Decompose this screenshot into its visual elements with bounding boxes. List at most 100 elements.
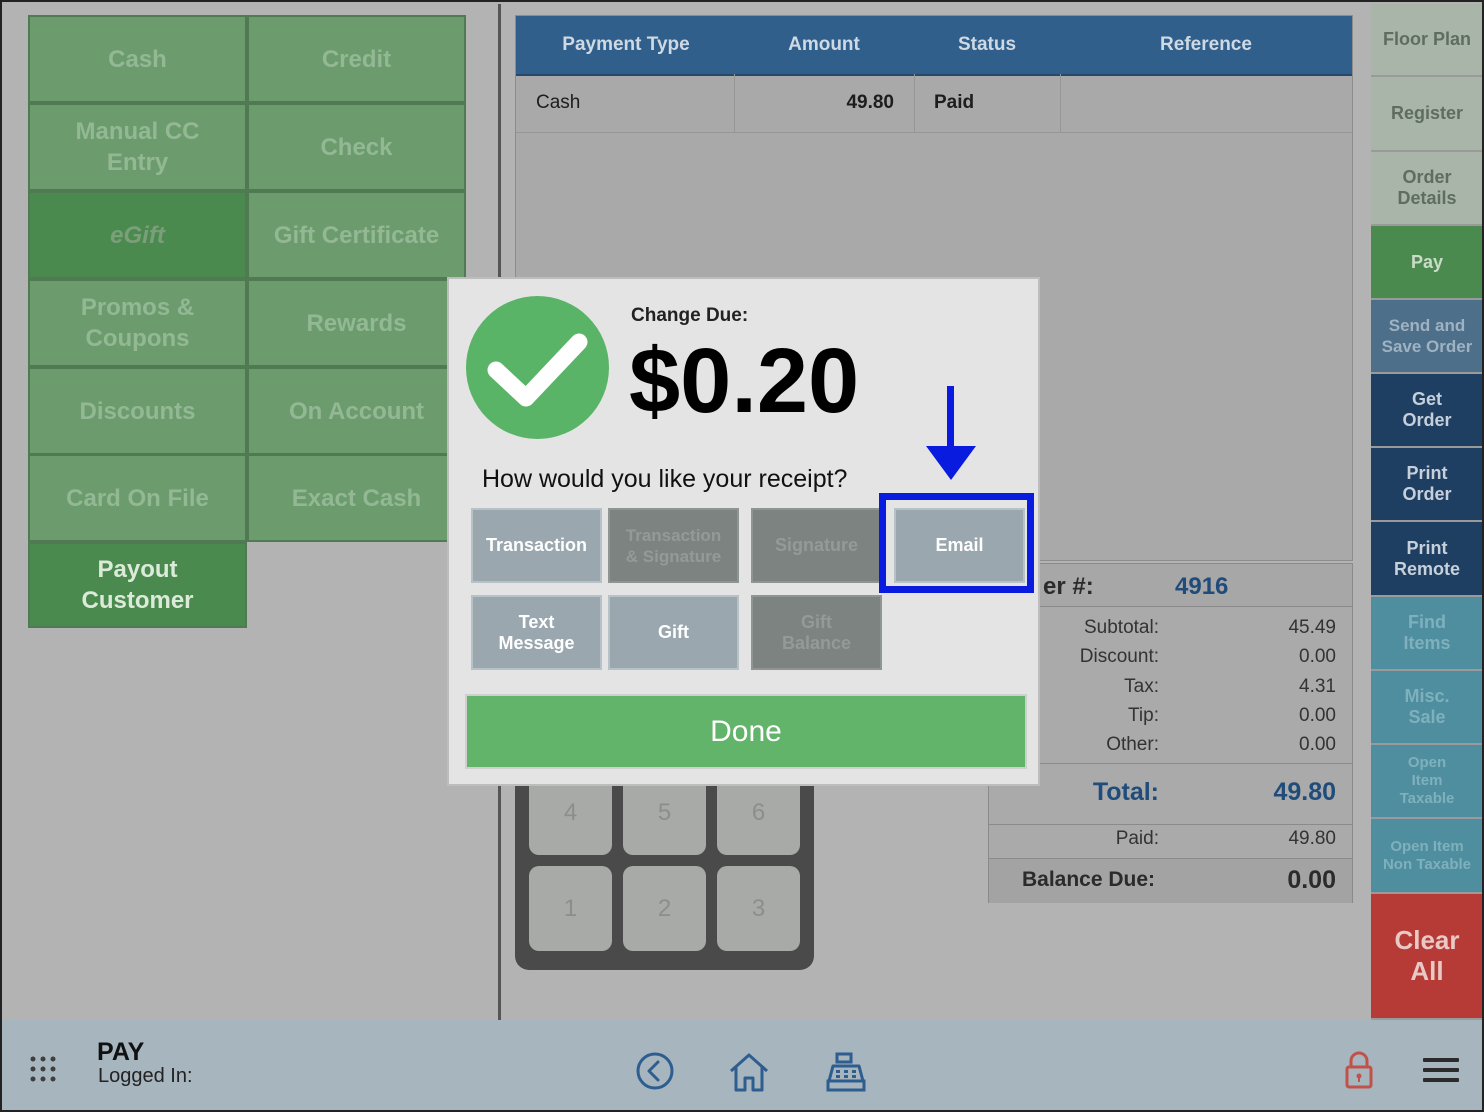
header-payment-type: Payment Type (562, 34, 690, 55)
payment-gift-certificate-button[interactable]: Gift Certificate (247, 191, 466, 279)
row-amount: 49.80 (846, 92, 894, 113)
sidebar-pay-label: Pay (1410, 251, 1444, 272)
keypad-key-2[interactable]: 2 (623, 866, 706, 951)
receipt-gift-balance-label: Gift Balance (781, 611, 852, 653)
other-value: 0.00 (1299, 734, 1336, 755)
footer-bar: PAY Logged In: (2, 1020, 1482, 1110)
discount-value: 0.00 (1299, 646, 1336, 667)
keypad-key-1[interactable]: 1 (529, 866, 612, 951)
done-button[interactable]: Done (465, 694, 1027, 769)
sidebar-send-save-order-button[interactable]: Send and Save Order (1371, 300, 1482, 374)
sidebar-open-item-non-taxable-button[interactable]: Open Item Non Taxable (1371, 819, 1482, 894)
receipt-transaction-button[interactable]: Transaction (471, 508, 602, 583)
change-due-label: Change Due: (631, 305, 749, 326)
sidebar-print-remote-button[interactable]: Print Remote (1371, 522, 1482, 597)
payment-check-label: Check (320, 133, 393, 161)
sidebar-pay-button[interactable]: Pay (1371, 226, 1482, 300)
order-number-row: er #: 4916 (989, 564, 1352, 607)
payment-credit-label: Credit (321, 45, 392, 73)
discount-label: Discount: (1079, 646, 1159, 667)
payment-manual-cc-button[interactable]: Manual CC Entry (28, 103, 247, 191)
change-due-amount: $0.20 (629, 330, 860, 432)
paid-value: 49.80 (1288, 828, 1336, 849)
table-row[interactable]: Cash 49.80 Paid (516, 74, 1352, 133)
apps-grid-icon[interactable] (28, 1054, 58, 1084)
receipt-transaction-signature-label: Transaction & Signature (625, 525, 722, 566)
sidebar-floor-plan-button[interactable]: Floor Plan (1371, 4, 1482, 77)
payment-payout-customer-label: Payout Customer (81, 556, 194, 614)
payment-promos-button[interactable]: Promos & Coupons (28, 279, 247, 367)
screen-name: PAY (97, 1038, 145, 1066)
payment-payout-customer-button[interactable]: Payout Customer (28, 542, 247, 628)
back-circle-icon[interactable] (634, 1050, 676, 1092)
payment-cash-label: Cash (108, 45, 167, 73)
payment-promos-label: Promos & Coupons (80, 294, 195, 352)
payment-rewards-button[interactable]: Rewards (247, 279, 466, 367)
total-value: 49.80 (1273, 778, 1336, 806)
payment-rewards-label: Rewards (306, 309, 407, 337)
column-divider (1060, 74, 1061, 132)
receipt-gift-balance-button: Gift Balance (751, 595, 882, 670)
payment-discounts-button[interactable]: Discounts (28, 367, 247, 455)
payment-manual-cc-label: Manual CC Entry (75, 118, 200, 176)
row-status: Paid (934, 92, 975, 113)
receipt-transaction-signature-button: Transaction & Signature (608, 508, 739, 583)
tax-label: Tax: (1124, 676, 1159, 697)
payment-check-button[interactable]: Check (247, 103, 466, 191)
column-divider (914, 74, 915, 132)
sidebar-print-remote-label: Print Remote (1393, 537, 1460, 579)
numeric-keypad: 4 5 6 1 2 3 (515, 770, 814, 970)
sidebar-print-order-label: Print Order (1402, 463, 1452, 504)
paid-label: Paid: (1115, 828, 1159, 849)
receipt-transaction-label: Transaction (485, 535, 588, 555)
receipt-text-message-label: Text Message (498, 611, 575, 653)
balance-due-label: Balance Due: (1022, 868, 1156, 891)
header-status: Status (957, 34, 1017, 55)
payment-exact-cash-label: Exact Cash (291, 484, 422, 512)
sidebar-clear-all-button[interactable]: Clear All (1371, 894, 1482, 1020)
sidebar-open-item-taxable-button[interactable]: Open Item Taxable (1371, 745, 1482, 819)
cash-register-icon[interactable] (824, 1050, 868, 1094)
sidebar-order-details-button[interactable]: Order Details (1371, 152, 1482, 226)
sidebar-find-items-button[interactable]: Find Items (1371, 597, 1482, 671)
payment-discounts-label: Discounts (79, 397, 196, 425)
receipt-text-message-button[interactable]: Text Message (471, 595, 602, 670)
sidebar-register-button[interactable]: Register (1371, 77, 1482, 152)
payment-cash-button[interactable]: Cash (28, 15, 247, 103)
balance-due-row: Balance Due: 0.00 (989, 858, 1352, 903)
hamburger-menu-icon[interactable] (1422, 1054, 1460, 1086)
other-label: Other: (1106, 734, 1159, 755)
subtotal-value: 45.49 (1288, 617, 1336, 638)
receipt-signature-label: Signature (774, 535, 858, 555)
payment-gift-certificate-label: Gift Certificate (273, 221, 440, 249)
sidebar-misc-sale-label: Misc. Sale (1404, 686, 1450, 727)
receipt-gift-label: Gift (658, 622, 689, 642)
column-divider (734, 74, 735, 132)
order-number-label: er #: (1043, 573, 1094, 600)
sidebar-order-details-label: Order Details (1397, 167, 1457, 208)
receipt-signature-button: Signature (751, 508, 882, 583)
sidebar-register-label: Register (1390, 103, 1464, 123)
egift-logo: eGift (110, 221, 165, 249)
order-number-value: 4916 (1175, 573, 1229, 600)
header-amount: Amount (788, 34, 860, 55)
down-arrow-icon (920, 384, 982, 484)
sidebar-clear-all-label: Clear All (1394, 925, 1460, 986)
order-totals-panel: er #: 4916 Subtotal: 45.49 Discount: 0.00 … (988, 563, 1353, 903)
sidebar-print-order-button[interactable]: Print Order (1371, 448, 1482, 522)
sidebar-misc-sale-button[interactable]: Misc. Sale (1371, 671, 1482, 745)
sidebar-open-item-non-taxable-label: Open Item Non Taxable (1382, 837, 1472, 873)
receipt-question: How would you like your receipt? (482, 465, 848, 493)
payment-exact-cash-button[interactable]: Exact Cash (247, 454, 466, 542)
home-icon[interactable] (726, 1050, 772, 1094)
keypad-key-3[interactable]: 3 (717, 866, 800, 951)
sidebar-get-order-label: Get Order (1402, 389, 1452, 430)
payment-egift-button[interactable]: eGift (28, 191, 247, 279)
payment-card-on-file-button[interactable]: Card On File (28, 454, 247, 542)
sidebar-get-order-button[interactable]: Get Order (1371, 374, 1482, 448)
payment-credit-button[interactable]: Credit (247, 15, 466, 103)
payment-on-account-button[interactable]: On Account (247, 367, 466, 455)
receipt-gift-button[interactable]: Gift (608, 595, 739, 670)
success-check-icon (466, 296, 609, 439)
lock-icon[interactable] (1342, 1048, 1376, 1092)
